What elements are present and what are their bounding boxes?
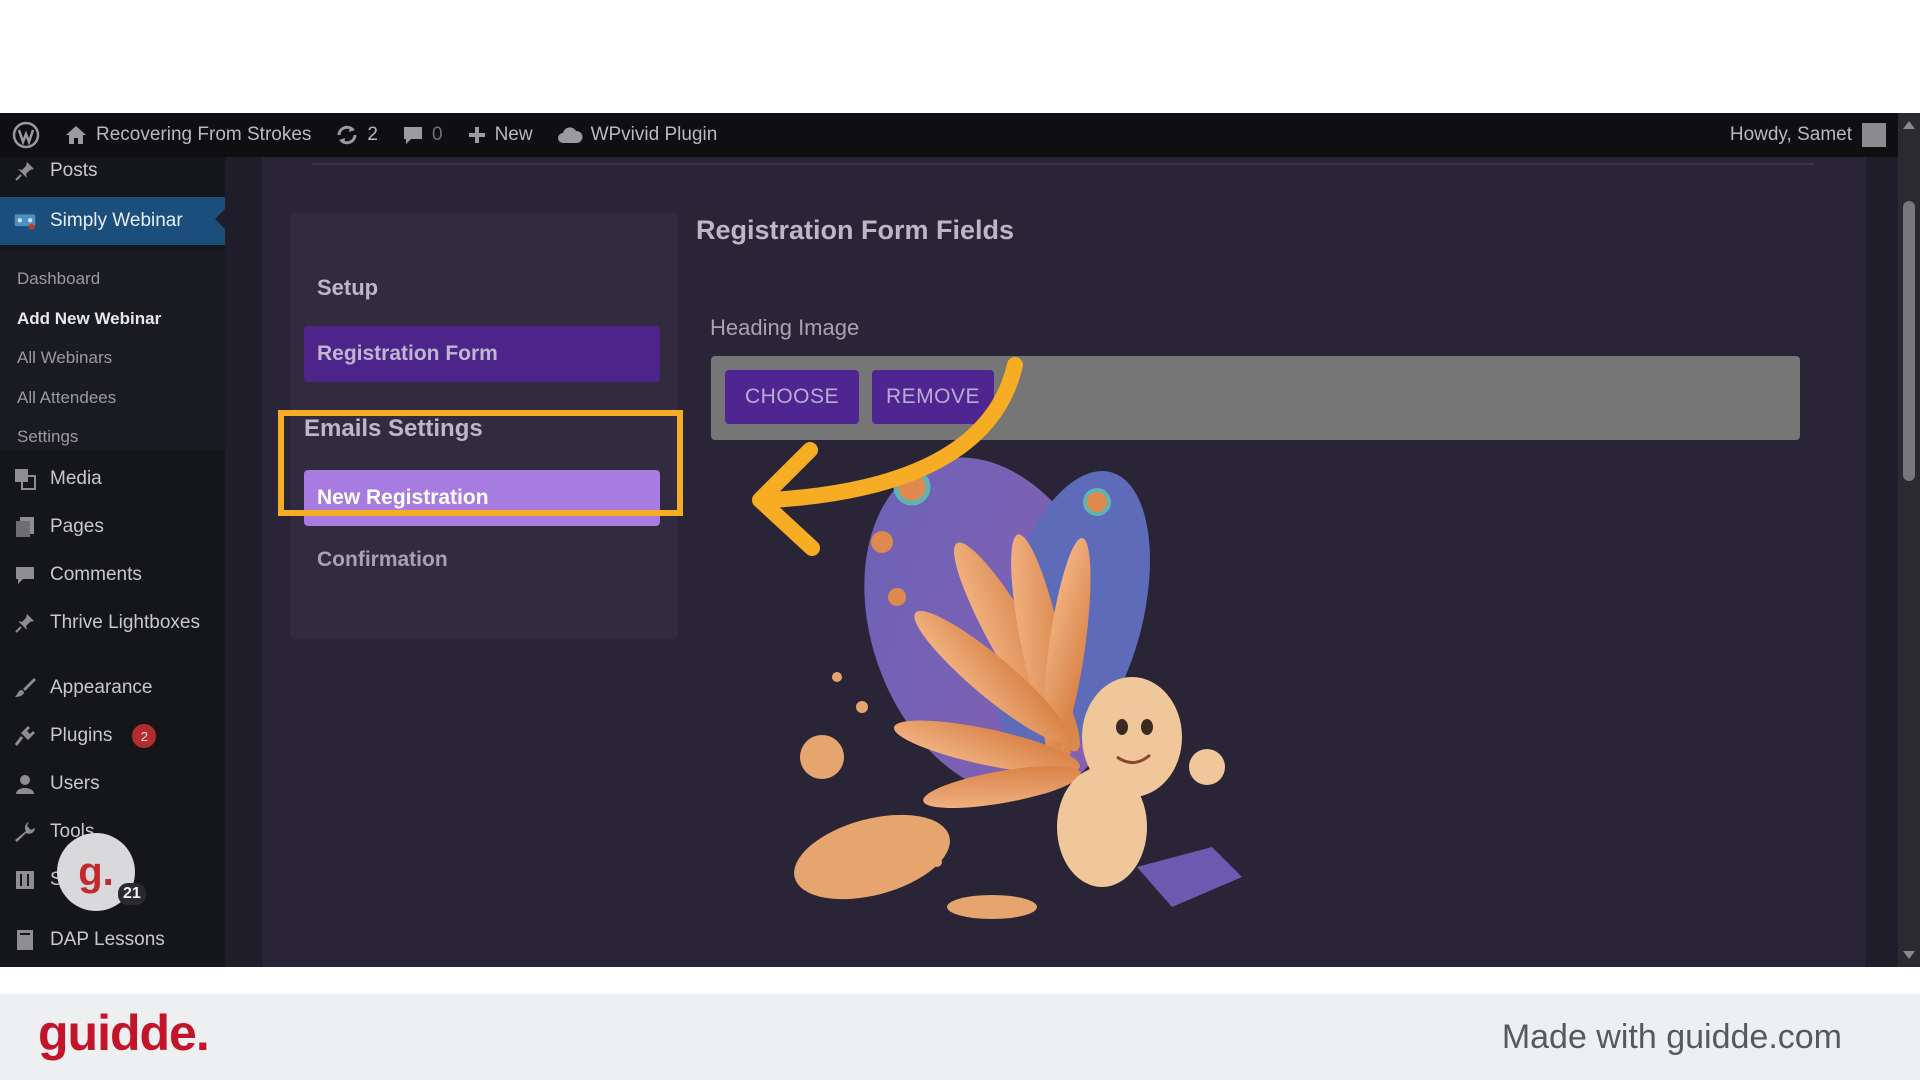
scroll-up-arrow[interactable] [1903, 121, 1915, 129]
guidde-footer: guidde. Made with guidde.com [0, 994, 1920, 1080]
tutorial-frame: Recovering From Strokes 2 0 New WPvivid … [0, 0, 1920, 1080]
menu-comments-label: Comments [50, 564, 142, 585]
new-content-link[interactable]: New [455, 113, 545, 157]
setup-heading: Setup [317, 275, 379, 300]
plug-icon [14, 725, 36, 747]
submenu-all-webinars[interactable]: All Webinars [17, 348, 112, 368]
pages-icon [14, 516, 36, 538]
heading-image-label: Heading Image [710, 315, 860, 340]
menu-users[interactable]: Users [0, 764, 225, 804]
media-icon [14, 468, 36, 490]
menu-appearance-label: Appearance [50, 677, 153, 698]
plugins-update-badge: 2 [132, 724, 157, 748]
updates-count: 2 [367, 124, 378, 145]
choose-button[interactable]: CHOOSE [725, 370, 859, 424]
user-avatar [1862, 123, 1886, 147]
section-title: Registration Form Fields [696, 215, 1015, 245]
submenu-all-attendees[interactable]: All Attendees [17, 388, 116, 408]
menu-simply-webinar-label: Simply Webinar [50, 210, 183, 231]
menu-media-label: Media [50, 468, 102, 489]
menu-plugins-label: Plugins [50, 725, 113, 746]
site-name: Recovering From Strokes [96, 124, 312, 145]
screenshot-area: Recovering From Strokes 2 0 New WPvivid … [0, 113, 1920, 967]
menu-simply-webinar[interactable]: Simply Webinar [0, 197, 225, 245]
book-icon [14, 929, 36, 951]
guidde-avatar-count: 21 [118, 883, 146, 905]
menu-media[interactable]: Media [0, 459, 225, 499]
updates-link[interactable]: 2 [323, 113, 390, 157]
wordpress-icon [12, 121, 40, 149]
main-content: Setup Registration Form Emails Settings … [262, 157, 1866, 967]
menu-thrive-label: Thrive Lightboxes [50, 612, 200, 633]
submenu-dashboard[interactable]: Dashboard [17, 269, 100, 289]
comment-icon [14, 564, 36, 586]
comment-bubble-icon [402, 124, 424, 146]
menu-appearance[interactable]: Appearance [0, 668, 225, 708]
menu-dap-lessons[interactable]: DAP Lessons [0, 920, 225, 960]
user-icon [14, 773, 36, 795]
top-divider [312, 163, 1814, 165]
wrench-icon [14, 821, 36, 843]
paintbrush-icon [14, 677, 36, 699]
menu-pages-label: Pages [50, 516, 104, 537]
pin-icon [14, 612, 36, 634]
registration-form-label: Registration Form [317, 342, 498, 365]
comments-link[interactable]: 0 [390, 113, 455, 157]
howdy-greeting: Howdy, Samet [1729, 124, 1852, 145]
comments-count: 0 [431, 124, 443, 145]
menu-comments[interactable]: Comments [0, 555, 225, 595]
menu-thrive-lightboxes[interactable]: Thrive Lightboxes [0, 603, 225, 643]
submenu-add-new-webinar[interactable]: Add New Webinar [17, 309, 161, 329]
plugin-label: WPvivid Plugin [590, 124, 718, 145]
scroll-down-arrow[interactable] [1903, 951, 1915, 959]
wp-admin-bar: Recovering From Strokes 2 0 New WPvivid … [0, 113, 1898, 157]
page-scrollbar[interactable] [1898, 113, 1920, 967]
menu-posts[interactable]: Posts [0, 151, 225, 191]
settings-grid-icon [14, 869, 36, 891]
menu-posts-label: Posts [50, 160, 98, 181]
cloud-icon [557, 125, 583, 145]
made-with-text: Made with guidde.com [1501, 1018, 1842, 1056]
new-label: New [494, 124, 533, 145]
submenu-settings[interactable]: Settings [17, 427, 78, 447]
webinar-icon [14, 210, 36, 232]
menu-dap-label: DAP Lessons [50, 929, 165, 950]
pin-icon [14, 160, 36, 182]
menu-pages[interactable]: Pages [0, 507, 225, 547]
guidde-logo: guidde. [38, 1005, 210, 1061]
wpvivid-plugin-link[interactable]: WPvivid Plugin [545, 113, 730, 157]
registration-form-tab[interactable]: Registration Form [304, 326, 660, 382]
menu-plugins[interactable]: Plugins 2 [0, 716, 225, 756]
plus-icon [467, 125, 487, 145]
menu-users-label: Users [50, 773, 100, 794]
home-icon [64, 124, 88, 146]
scroll-thumb[interactable] [1903, 201, 1915, 481]
butterfly-character-image [794, 457, 1242, 919]
simply-webinar-submenu: Dashboard Add New Webinar All Webinars A… [0, 249, 225, 449]
confirmation-tab[interactable]: Confirmation [317, 548, 448, 572]
remove-button[interactable]: REMOVE [872, 370, 994, 424]
heading-image-field: CHOOSE REMOVE [711, 356, 1800, 440]
step-highlight-box [278, 410, 683, 516]
active-indicator [215, 209, 225, 229]
account-menu[interactable]: Howdy, Samet [1730, 123, 1898, 147]
refresh-icon [335, 124, 359, 146]
guidde-avatar-letter: g. [78, 849, 114, 894]
